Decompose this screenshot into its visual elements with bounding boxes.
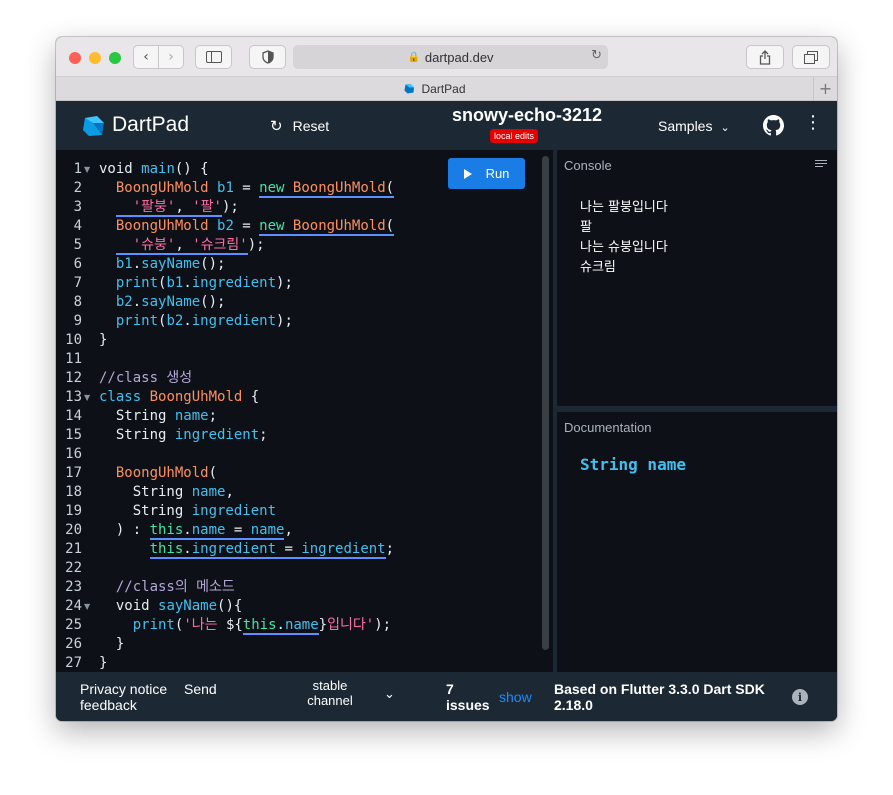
tabs-icon [804,50,818,64]
code-editor[interactable]: 1 ▼ void main() { 2 BoongUhMold b1 = new B… [56,150,553,672]
line-number: 13 [65,389,82,405]
line-number: 1 [73,161,82,177]
issues-label: issues [446,697,490,713]
documentation-title: Documentation [564,420,652,435]
line-number: 27 [65,655,82,671]
sdk-version-line2: 2.18.0 [554,697,593,713]
line-number: 11 [65,351,82,367]
browser-toolbar: ‹ › 🔒 dartpad.dev ↻ [56,37,837,77]
fold-arrow-icon[interactable]: ▼ [84,160,90,179]
documentation-panel: Documentation String name [557,412,837,672]
line-number: 26 [65,636,82,652]
line-number: 17 [65,465,82,481]
shield-icon [261,50,274,64]
share-button[interactable] [746,45,784,69]
line-number: 3 [73,199,82,215]
reset-icon: ↻ [270,117,283,135]
github-icon[interactable] [763,115,784,136]
tab-title: DartPad [421,81,466,96]
line-number: 15 [65,427,82,443]
reset-button[interactable]: ↻ Reset [270,117,329,135]
line-number: 24 [65,598,82,614]
reset-label: Reset [292,118,330,134]
minimize-window-button[interactable] [89,52,101,64]
samples-menu[interactable]: Samples ⌄ [658,118,730,134]
local-edits-badge: local edits [490,129,539,143]
send-feedback-link[interactable]: Send [184,681,217,697]
line-number: 2 [73,180,82,196]
forward-button[interactable]: › [158,45,184,69]
status-footer: Privacy notice Send feedback stable chan… [56,672,837,721]
console-line: 나는 팔붕입니다 [580,200,668,215]
address-bar[interactable]: 🔒 dartpad.dev ↻ [293,45,608,69]
line-number: 21 [65,541,82,557]
line-number: 22 [65,560,82,576]
console-line: 나는 슈붕입니다 [580,240,668,255]
channel-selector[interactable]: stable channel [306,678,354,714]
play-icon [463,168,472,179]
samples-label: Samples [658,118,713,134]
line-number: 18 [65,484,82,500]
console-title: Console [564,158,612,173]
line-number: 23 [65,579,82,595]
fold-arrow-icon[interactable]: ▼ [84,597,90,616]
issues-count: 7 [446,681,454,697]
close-window-button[interactable] [69,52,81,64]
documentation-signature: String name [580,455,686,474]
line-number: 5 [73,237,82,253]
console-line: 슈크림 [580,260,616,275]
line-number: 14 [65,408,82,424]
privacy-shield-button[interactable] [249,45,286,69]
clear-console-icon[interactable] [815,160,827,169]
browser-tab-bar: DartPad + [56,77,837,101]
line-number: 12 [65,370,82,386]
line-number: 19 [65,503,82,519]
dart-favicon-icon [404,83,415,93]
line-number: 25 [65,617,82,633]
zoom-window-button[interactable] [109,52,121,64]
app-header: DartPad ↻ Reset snowy-echo-3212 local ed… [56,101,837,150]
line-number: 6 [73,256,82,272]
project-name: snowy-echo-3212 [452,105,603,125]
dart-logo [83,116,104,136]
chevron-down-icon[interactable]: ⌄ [384,687,395,703]
line-number: 9 [73,313,82,329]
info-icon[interactable]: i [792,689,808,705]
sidebar-toggle-button[interactable] [195,45,232,69]
show-issues-link[interactable]: show [499,689,532,705]
address-text: dartpad.dev [424,49,494,65]
chevron-down-icon: ⌄ [720,121,730,134]
line-number: 7 [73,275,82,291]
console-line: 팔 [580,220,592,235]
line-number: 10 [65,332,82,348]
console-panel: Console 나는 팔붕입니다 팔 나는 슈붕입니다 슈크림 [557,150,837,406]
console-output: 나는 팔붕입니다 팔 나는 슈붕입니다 슈크림 [580,198,668,278]
run-label: Run [485,166,510,181]
browser-tab[interactable]: DartPad [56,77,813,100]
app-title: DartPad [112,113,190,136]
share-icon [759,49,771,65]
run-button[interactable]: Run [448,158,525,189]
channel-line1: stable [312,678,348,693]
lock-icon: 🔒 [407,51,420,63]
privacy-notice-link[interactable]: Privacy notice [80,681,167,697]
browser-window: ‹ › 🔒 dartpad.dev ↻ DartPad + DartPad ↻ … [56,37,837,721]
new-tab-button[interactable]: + [813,77,837,100]
more-vert-icon[interactable]: ⋮ [804,114,822,132]
sdk-version: Based on Flutter 3.3.0 Dart SDK [554,681,765,697]
line-number: 8 [73,294,82,310]
channel-line2: channel [307,693,353,708]
back-button[interactable]: ‹ [133,45,159,69]
editor-scrollbar[interactable] [542,156,549,650]
line-number: 4 [73,218,82,234]
line-number: 16 [65,446,82,462]
sidebar-icon [205,51,222,63]
line-number: 20 [65,522,82,538]
reload-icon[interactable]: ↻ [591,48,602,63]
tabs-overview-button[interactable] [792,45,830,69]
send-feedback-link-line2[interactable]: feedback [80,697,137,713]
fold-arrow-icon[interactable]: ▼ [84,388,90,407]
